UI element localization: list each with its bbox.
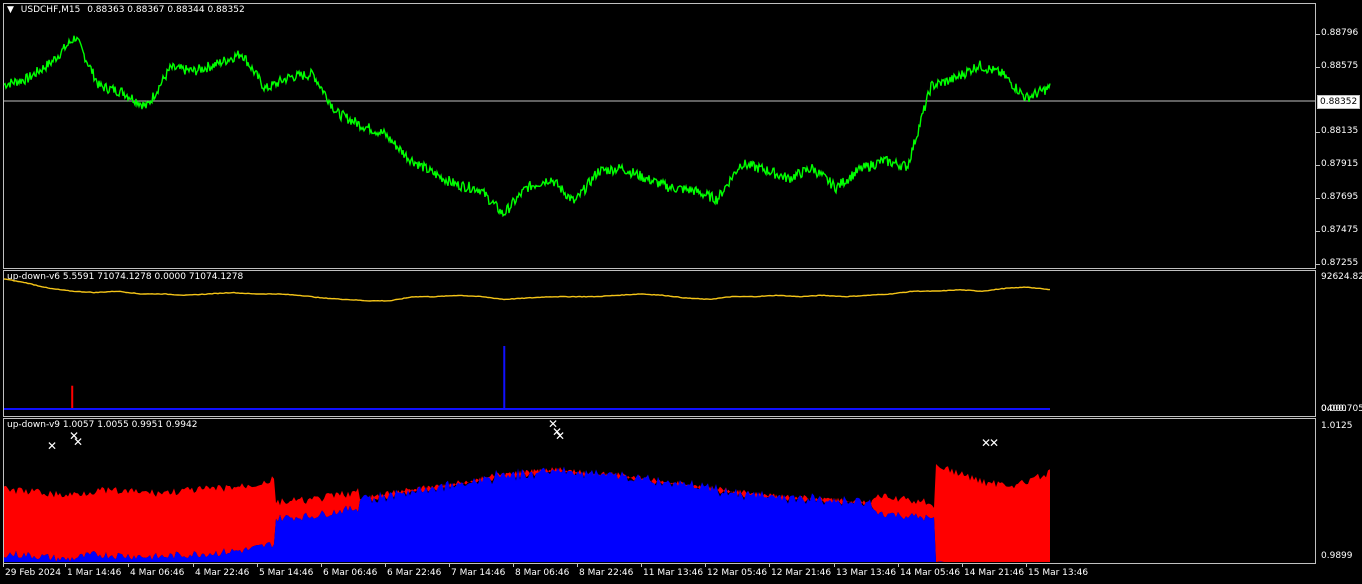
signal-marker-icon: ✕ — [73, 435, 83, 449]
time-axis-label: 15 Mar 13:46 — [1028, 568, 1089, 578]
chart-canvas: ✕✕✕✕✕✕ ✕✕ — [3, 35, 1316, 562]
price-axis-tick — [1316, 264, 1320, 265]
signal-marker-icon: ✕ — [555, 429, 565, 443]
price-axis-label: 0.87475 — [1321, 225, 1359, 235]
price-axis-tick — [1316, 165, 1320, 166]
time-axis-label: 5 Mar 14:46 — [259, 568, 314, 578]
price-axis-tick — [1316, 198, 1320, 199]
price-axis-label: 0.88575 — [1321, 61, 1359, 71]
time-axis-label: 7 Mar 14:46 — [451, 568, 506, 578]
price-series-line — [3, 35, 1051, 218]
time-axis-tick — [3, 564, 4, 567]
time-axis-label: 1 Mar 14:46 — [67, 568, 122, 578]
time-axis-label: 14 Mar 05:46 — [900, 568, 961, 578]
price-axis-tick — [1316, 67, 1320, 68]
time-axis-tick — [834, 564, 835, 567]
time-axis-tick — [321, 564, 322, 567]
price-axis-label: 0.88135 — [1321, 126, 1359, 136]
time-axis-label: 6 Mar 22:46 — [387, 568, 442, 578]
signal-marker-icon: ✕ — [47, 439, 57, 453]
price-axis-label: 0.87915 — [1321, 159, 1359, 169]
price-axis-label: 0.87255 — [1321, 258, 1359, 268]
price-axis-label: 0.87695 — [1321, 192, 1359, 202]
ma-series-line — [3, 278, 1051, 302]
time-axis-tick — [385, 564, 386, 567]
time-axis-tick — [705, 564, 706, 567]
price-axis-tick — [1316, 132, 1320, 133]
time-axis-tick — [962, 564, 963, 567]
ind1-y-top: 92624.822 — [1321, 272, 1362, 282]
time-axis-label: 4 Mar 06:46 — [130, 568, 185, 578]
time-axis-label: 11 Mar 13:46 — [643, 568, 704, 578]
ind2-y-bottom: 0.9899 — [1321, 551, 1353, 561]
time-axis-label: 8 Mar 06:46 — [515, 568, 570, 578]
price-axis-tick — [1316, 34, 1320, 35]
ind1-y-bottom-overlap: 0400.705 — [1321, 404, 1362, 414]
time-axis-tick — [513, 564, 514, 567]
time-axis-label: 4 Mar 22:46 — [195, 568, 250, 578]
time-axis-label: 12 Mar 21:46 — [771, 568, 832, 578]
price-axis-tick — [1316, 231, 1320, 232]
ind2-y-top: 1.0125 — [1321, 421, 1353, 431]
time-axis-label: 29 Feb 2024 — [5, 568, 62, 578]
time-axis-tick — [257, 564, 258, 567]
time-axis-tick — [449, 564, 450, 567]
time-axis-tick — [641, 564, 642, 567]
time-axis-label: 14 Mar 21:46 — [964, 568, 1025, 578]
time-axis-label: 12 Mar 05:46 — [707, 568, 768, 578]
time-axis-tick — [769, 564, 770, 567]
time-axis-tick — [1026, 564, 1027, 567]
time-axis-label: 6 Mar 06:46 — [323, 568, 378, 578]
signal-marker-icon: ✕ — [989, 436, 999, 450]
time-axis-tick — [65, 564, 66, 567]
time-axis-tick — [128, 564, 129, 567]
current-price-tag: 0.88352 — [1317, 95, 1361, 109]
time-axis-label: 8 Mar 22:46 — [579, 568, 634, 578]
time-axis-label: 13 Mar 13:46 — [836, 568, 897, 578]
time-axis-tick — [193, 564, 194, 567]
time-axis-tick — [898, 564, 899, 567]
price-axis-label: 0.88796 — [1321, 28, 1359, 38]
time-axis-tick — [577, 564, 578, 567]
